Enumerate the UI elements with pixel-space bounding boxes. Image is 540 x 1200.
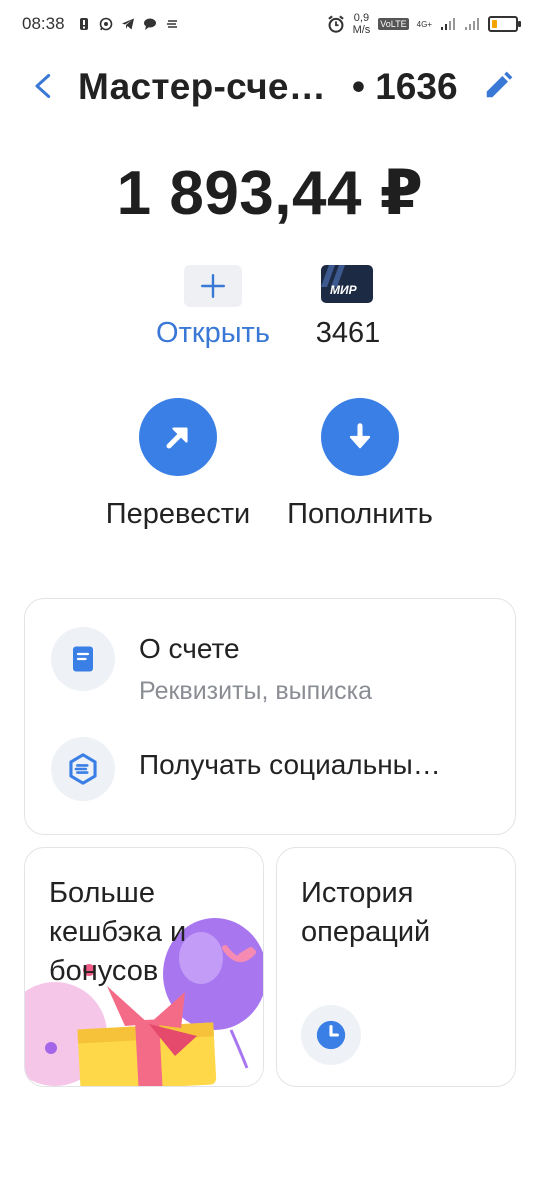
status-time: 08:38 (22, 14, 65, 33)
clock-icon-wrap (301, 1005, 361, 1065)
balance-amount: 1 893,44 ₽ (116, 159, 424, 228)
edit-button[interactable] (480, 68, 516, 104)
card-number: 3461 (315, 317, 381, 349)
page-title: Мастер-сче… (78, 66, 327, 107)
status-bar: 08:38 0,9 M/s VoLTE 4G+ (0, 0, 540, 48)
signal-icon (441, 18, 455, 30)
about-account-row[interactable]: О счете Реквизиты, выписка (25, 599, 515, 719)
status-right: 0,9 M/s VoLTE 4G+ (327, 12, 521, 36)
header: Мастер-сче… • 1636 (0, 60, 540, 112)
chevron-left-icon (35, 73, 51, 99)
about-account-title: О счете (139, 633, 240, 664)
cashback-title-line2: кешбэка и (49, 916, 187, 948)
battery-fill (492, 20, 498, 28)
account-menu-card: О счете Реквизиты, выписка Получать соци… (24, 598, 516, 835)
topup-label[interactable]: Пополнить (272, 498, 448, 531)
transfer-label[interactable]: Перевести (92, 498, 264, 531)
mir-card[interactable]: МИР (321, 265, 373, 303)
signal-icon-2 (465, 18, 479, 30)
history-title: История операций (301, 874, 430, 952)
cashback-title: Больше кешбэка и бонусов (49, 874, 186, 991)
cashback-title-line1: Больше (49, 877, 155, 909)
social-payments-row[interactable]: Получать социальны… (25, 729, 515, 829)
whatsapp-icon (99, 17, 112, 31)
network-type: 4G+ (416, 19, 432, 29)
history-title-line2: операций (301, 916, 431, 948)
history-title-line1: История (301, 877, 414, 909)
back-button[interactable] (26, 66, 62, 106)
about-account-subtitle: Реквизиты, выписка (139, 677, 373, 705)
gosuslugi-icon (69, 753, 97, 785)
mir-logo: МИР (330, 283, 357, 297)
arrow-up-right-icon (166, 427, 188, 449)
open-card-button[interactable] (184, 265, 242, 307)
topup-button[interactable] (321, 398, 399, 476)
notification-alert-icon (79, 18, 88, 30)
alarm-icon (327, 15, 344, 33)
chat-icon (143, 18, 156, 30)
document-icon (73, 646, 93, 672)
battery-icon (488, 16, 521, 32)
document-icon-wrap (51, 627, 115, 691)
arrow-down-icon (349, 423, 371, 449)
volte-badge: VoLTE (378, 18, 409, 30)
open-card-label[interactable]: Открыть (140, 317, 286, 350)
clock-icon (316, 1020, 346, 1050)
history-tile[interactable]: История операций (276, 847, 516, 1087)
gosuslugi-icon-wrap (51, 737, 115, 801)
telegram-icon (121, 18, 134, 30)
account-suffix: • 1636 (352, 66, 458, 107)
plus-icon (200, 273, 226, 299)
cashback-title-line3: бонусов (49, 955, 159, 987)
transfer-button[interactable] (139, 398, 217, 476)
social-payments-title: Получать социальны… (139, 749, 441, 780)
pencil-icon (486, 71, 513, 98)
menu-lines-icon (166, 20, 177, 28)
cashback-tile[interactable]: Больше кешбэка и бонусов (24, 847, 264, 1087)
net-speed-unit: M/s (352, 24, 371, 36)
net-speed-value: 0,9 (353, 12, 370, 24)
status-left: 08:38 (22, 14, 179, 34)
net-speed: 0,9 M/s (353, 12, 371, 36)
